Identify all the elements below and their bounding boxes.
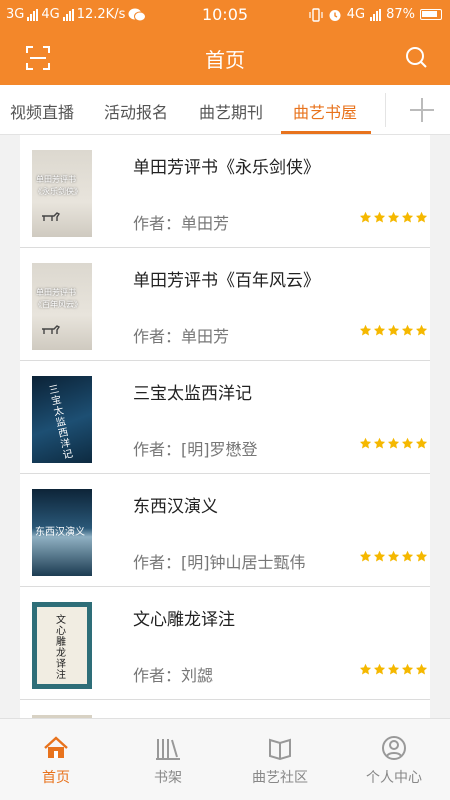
star-icon bbox=[374, 437, 386, 449]
nav-community[interactable]: 曲艺社区 bbox=[240, 735, 320, 787]
cover-title: 三宝太监西洋记 bbox=[48, 384, 74, 462]
cover-panel: 文心雕龙译注 bbox=[37, 607, 87, 684]
book-cover: 三宝太监西洋记 bbox=[32, 376, 92, 463]
bookshelf-icon bbox=[156, 739, 180, 760]
star-icon bbox=[388, 324, 400, 336]
battery-icon bbox=[420, 9, 442, 20]
book-item[interactable]: 单田芳评书 《永乐剑侠》 单田芳评书《永乐剑侠》 作者：单田芳 bbox=[20, 135, 430, 248]
book-author: 作者：[明]罗懋登 bbox=[133, 440, 258, 459]
nav-bookshelf[interactable]: 书架 bbox=[128, 735, 208, 787]
cover-subtitle: 《百年风云》 bbox=[34, 300, 82, 309]
add-tab-icon[interactable] bbox=[408, 96, 436, 124]
rating-stars bbox=[359, 550, 428, 563]
book-author: 作者：单田芳 bbox=[133, 214, 230, 233]
app-header: 首页 bbox=[0, 30, 450, 85]
star-icon bbox=[416, 437, 428, 449]
star-icon bbox=[388, 550, 400, 562]
book-cover: 单田芳评书 《百年风云》 bbox=[32, 263, 92, 350]
page-title: 首页 bbox=[205, 48, 245, 72]
star-icon bbox=[416, 211, 428, 223]
bottom-nav: 首页 书架 曲艺社区 个人中心 bbox=[0, 718, 450, 800]
book-cover: 单田芳评书 《永乐剑侠》 bbox=[32, 150, 92, 237]
nav-label: 书架 bbox=[154, 770, 182, 786]
book-author: 作者：[明]钟山居士甄伟 bbox=[133, 553, 306, 572]
search-icon[interactable] bbox=[404, 45, 428, 69]
rating-stars bbox=[359, 437, 428, 450]
star-icon bbox=[374, 550, 386, 562]
horse-icon bbox=[42, 325, 60, 334]
network-label-3: 4G bbox=[346, 7, 366, 22]
home-icon bbox=[44, 736, 68, 758]
star-icon bbox=[388, 211, 400, 223]
star-icon bbox=[402, 550, 414, 562]
star-icon bbox=[402, 437, 414, 449]
category-tabs: 视频直播 活动报名 曲艺期刊 曲艺书屋 bbox=[0, 85, 450, 135]
cover-title: 单田芳评书 bbox=[36, 288, 76, 297]
user-icon bbox=[382, 736, 406, 760]
alarm-icon bbox=[329, 9, 341, 21]
rating-stars bbox=[359, 663, 428, 676]
star-icon bbox=[374, 211, 386, 223]
battery-percent: 87% bbox=[386, 7, 415, 22]
nav-label: 曲艺社区 bbox=[252, 770, 308, 786]
star-icon bbox=[416, 550, 428, 562]
book-title: 东西汉演义 bbox=[133, 497, 218, 517]
book-item[interactable]: 东西汉演义 东西汉演义 作者：[明]钟山居士甄伟 bbox=[20, 474, 430, 587]
book-cover: 文心雕龙译注 bbox=[32, 602, 92, 689]
star-icon bbox=[374, 324, 386, 336]
book-title: 三宝太监西洋记 bbox=[133, 384, 252, 404]
nav-label: 首页 bbox=[42, 770, 70, 786]
star-icon bbox=[388, 663, 400, 675]
cover-subtitle: 《永乐剑侠》 bbox=[34, 187, 82, 196]
star-icon bbox=[402, 324, 414, 336]
nav-home[interactable]: 首页 bbox=[16, 735, 96, 787]
status-right: 4G 87% bbox=[309, 7, 442, 22]
book-cover: 东西汉演义 bbox=[32, 489, 92, 576]
star-icon bbox=[402, 211, 414, 223]
star-icon bbox=[388, 437, 400, 449]
star-icon bbox=[374, 663, 386, 675]
star-icon bbox=[402, 663, 414, 675]
book-title: 单田芳评书《百年风云》 bbox=[133, 271, 320, 291]
book-author: 作者：刘勰 bbox=[133, 666, 214, 685]
nav-profile[interactable]: 个人中心 bbox=[354, 735, 434, 787]
cover-title: 东西汉演义 bbox=[35, 527, 85, 538]
tab-video-live[interactable]: 视频直播 bbox=[10, 99, 74, 123]
signal-icon-3 bbox=[370, 8, 382, 21]
tab-event-signup[interactable]: 活动报名 bbox=[104, 99, 168, 123]
book-item-partial[interactable] bbox=[20, 700, 430, 718]
tab-journal[interactable]: 曲艺期刊 bbox=[199, 99, 263, 123]
horse-icon bbox=[42, 212, 60, 221]
book-item[interactable]: 三宝太监西洋记 三宝太监西洋记 作者：[明]罗懋登 bbox=[20, 361, 430, 474]
book-item[interactable]: 单田芳评书 《百年风云》 单田芳评书《百年风云》 作者：单田芳 bbox=[20, 248, 430, 361]
community-icon bbox=[269, 738, 291, 761]
book-title: 单田芳评书《永乐剑侠》 bbox=[133, 158, 320, 178]
star-icon bbox=[360, 324, 372, 336]
tab-bookstore[interactable]: 曲艺书屋 bbox=[293, 99, 357, 123]
active-tab-indicator bbox=[281, 131, 371, 134]
rating-stars bbox=[359, 324, 428, 337]
book-title: 文心雕龙译注 bbox=[133, 610, 235, 630]
rating-stars bbox=[359, 211, 428, 224]
vibrate-icon bbox=[309, 7, 323, 22]
nav-label: 个人中心 bbox=[366, 770, 422, 786]
star-icon bbox=[360, 211, 372, 223]
book-author: 作者：单田芳 bbox=[133, 327, 230, 346]
book-item[interactable]: 文心雕龙译注 文心雕龙译注 作者：刘勰 bbox=[20, 587, 430, 700]
cover-title: 单田芳评书 bbox=[36, 175, 76, 184]
star-icon bbox=[360, 437, 372, 449]
star-icon bbox=[416, 324, 428, 336]
star-icon bbox=[360, 663, 372, 675]
tab-divider bbox=[385, 93, 386, 127]
cover-title: 文心雕龙译注 bbox=[56, 615, 66, 681]
book-list: 单田芳评书 《永乐剑侠》 单田芳评书《永乐剑侠》 作者：单田芳 单田芳评书 《百… bbox=[20, 135, 430, 718]
star-icon bbox=[360, 550, 372, 562]
star-icon bbox=[416, 663, 428, 675]
status-bar: 3G 4G 12.2K/s 10:05 4G 87% bbox=[0, 0, 450, 30]
